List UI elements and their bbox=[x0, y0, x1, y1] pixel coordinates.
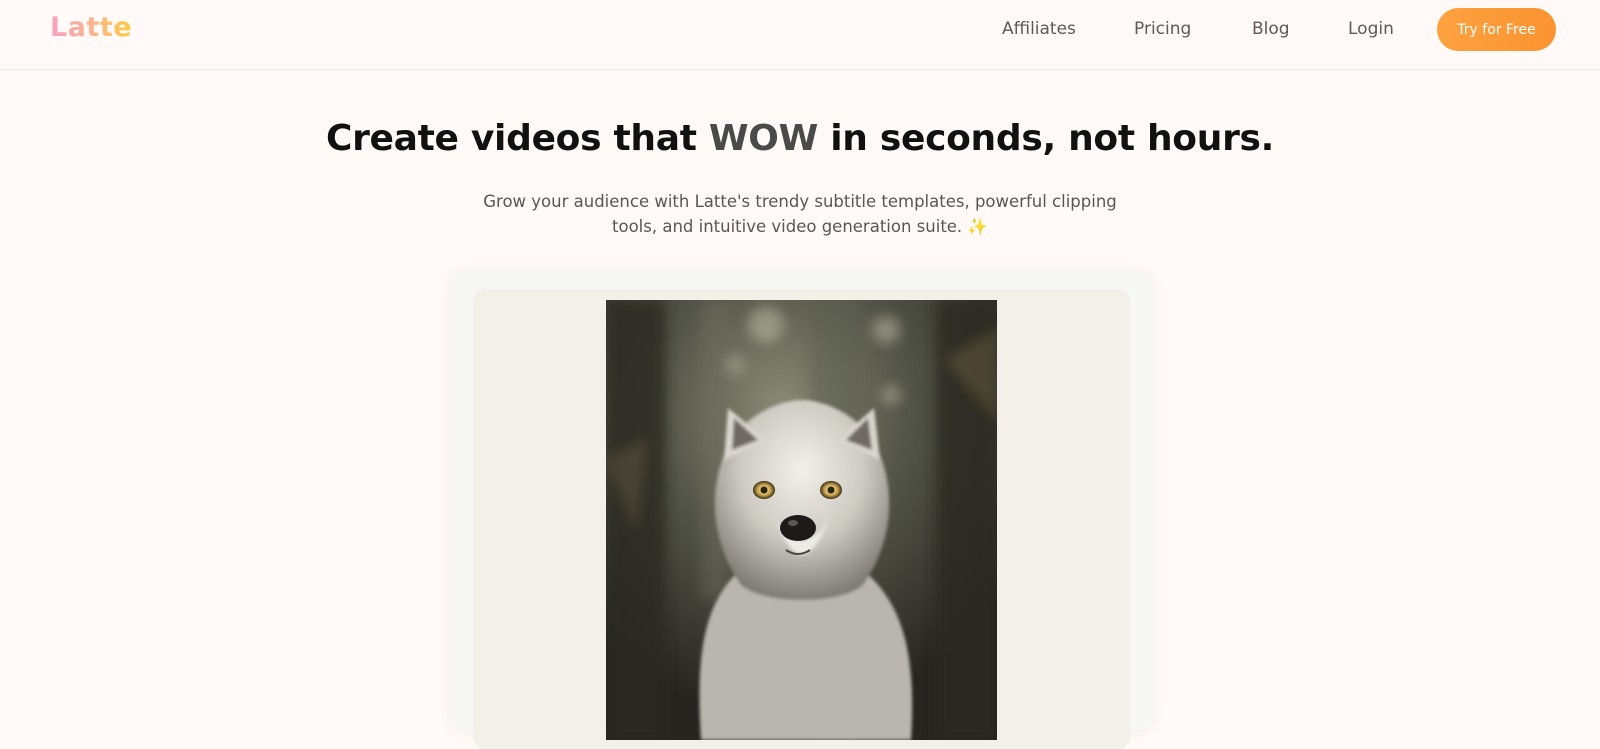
wolf-video-thumbnail bbox=[606, 300, 997, 740]
demo-preview-card bbox=[450, 270, 1153, 749]
hero-title-end: in seconds, not hours. bbox=[817, 118, 1275, 159]
nav-link-affiliates[interactable]: Affiliates bbox=[1002, 19, 1076, 39]
demo-preview-background bbox=[473, 289, 1130, 749]
hero-title-highlight: WOW bbox=[708, 118, 818, 159]
hero-title: Create videos that WOW in seconds, not h… bbox=[0, 118, 1600, 159]
nav-link-login[interactable]: Login bbox=[1348, 19, 1394, 39]
hero-title-start: Create videos that bbox=[325, 118, 709, 159]
top-navbar: Latte Affiliates Pricing Blog Login Try … bbox=[0, 0, 1600, 70]
latte-logo[interactable]: Latte bbox=[50, 12, 132, 43]
demo-video-frame[interactable] bbox=[606, 300, 997, 740]
nav-link-pricing[interactable]: Pricing bbox=[1134, 19, 1191, 39]
nav-link-blog[interactable]: Blog bbox=[1252, 19, 1290, 39]
hero-subtitle: Grow your audience with Latte's trendy s… bbox=[483, 192, 1117, 236]
try-for-free-button[interactable]: Try for Free bbox=[1437, 8, 1556, 51]
